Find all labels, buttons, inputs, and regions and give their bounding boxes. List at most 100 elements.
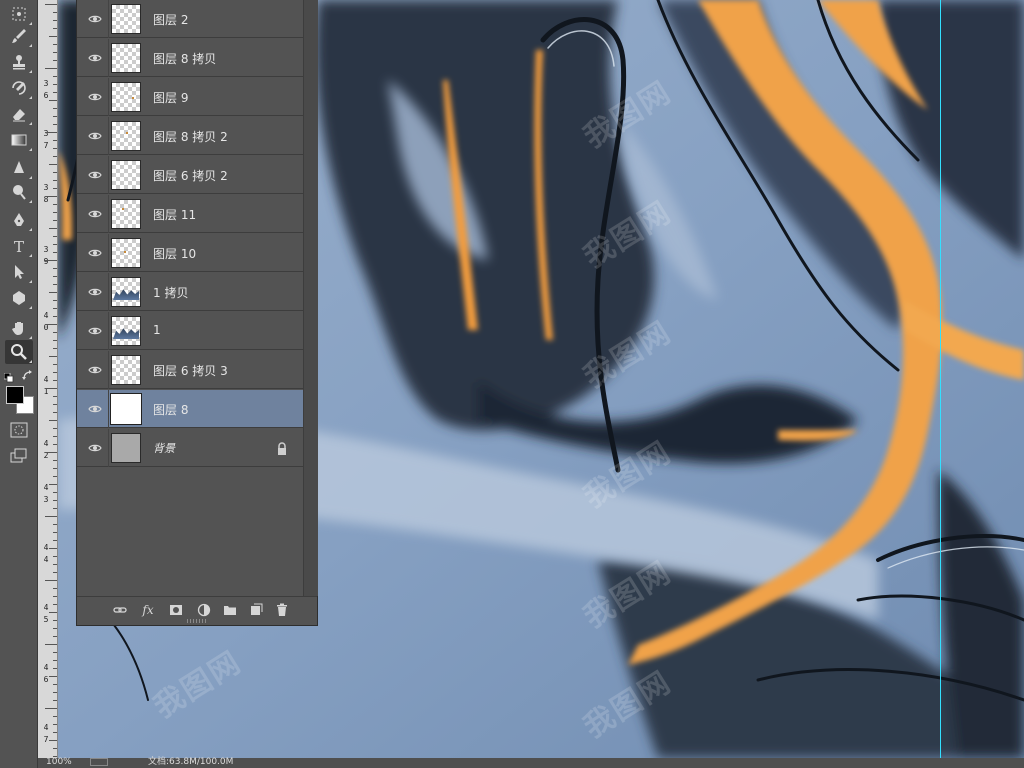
layers-scrollbar[interactable] [303,0,318,596]
layer-thumbnail[interactable] [111,199,141,229]
layer-name[interactable]: 图层 8 拷贝 [153,50,216,67]
layer-row[interactable]: 图层 6 拷贝 2 [77,156,303,194]
visibility-eye-icon[interactable] [83,85,107,109]
history-brush-tool[interactable] [5,76,33,100]
layer-name[interactable]: 图层 8 拷贝 2 [153,128,228,145]
column-divider [108,273,109,311]
foreground-color-swatch[interactable] [6,386,24,404]
layer-thumbnail[interactable] [111,355,141,385]
zoom-icon [11,344,27,360]
eraser-tool[interactable] [5,102,33,126]
visibility-eye-icon[interactable] [83,163,107,187]
visibility-eye-icon[interactable] [83,202,107,226]
visibility-eye-icon[interactable] [83,358,107,382]
layer-row[interactable]: 1 [77,312,303,350]
layer-thumbnail[interactable] [111,433,141,463]
layer-row[interactable]: 图层 8 拷贝 2 [77,117,303,155]
visibility-eye-icon[interactable] [83,436,107,460]
layer-row[interactable]: 图层 8 [77,390,303,428]
column-divider [108,0,109,38]
visibility-eye-icon[interactable] [83,241,107,265]
column-divider [108,156,109,194]
mask-icon[interactable] [167,602,185,618]
layer-row[interactable]: 图层 8 拷贝 [77,39,303,77]
ruler-label: 3 [43,79,49,88]
swap-colors-icon[interactable] [22,367,34,380]
new-layer-icon[interactable] [247,602,265,618]
layer-row[interactable]: 图层 10 [77,234,303,272]
visibility-eye-icon[interactable] [83,280,107,304]
visibility-eye-icon[interactable] [83,7,107,31]
layer-row[interactable]: 图层 2 [77,0,303,38]
layer-thumbnail[interactable] [111,316,141,346]
type-tool[interactable]: T [5,234,33,258]
stamp-tool[interactable] [5,50,33,74]
layer-thumbnail[interactable] [111,238,141,268]
vertical-ruler[interactable]: 363738394041424344454647 [38,0,58,768]
gradient-icon [11,134,27,146]
layer-name[interactable]: 1 [153,323,161,337]
fx-icon[interactable]: fx [139,602,157,618]
layer-name[interactable]: 1 拷贝 [153,284,188,301]
layer-row[interactable]: 背景 [77,429,303,467]
path-select-tool[interactable] [5,260,33,284]
ruler-tick [53,108,57,109]
ruler-label: 2 [43,451,49,460]
column-divider [108,195,109,233]
layer-thumbnail[interactable] [111,82,141,112]
layer-thumbnail[interactable] [110,393,142,425]
ruler-label: 4 [43,483,49,492]
visibility-eye-icon[interactable] [83,397,107,421]
ruler-tick [53,684,57,685]
layer-thumbnail[interactable] [111,43,141,73]
visibility-eye-icon[interactable] [83,124,107,148]
ruler-tick [53,572,57,573]
adjustment-icon[interactable] [195,602,213,618]
group-folder-icon[interactable] [221,602,239,618]
default-colors-icon[interactable] [3,368,14,383]
layer-thumbnail[interactable] [111,4,141,34]
layer-name[interactable]: 图层 11 [153,206,196,223]
brush-tool[interactable] [5,24,33,48]
layer-name[interactable]: 图层 9 [153,89,188,106]
layer-row[interactable]: 图层 11 [77,195,303,233]
visibility-eye-icon[interactable] [83,319,107,343]
gradient-tool[interactable] [5,128,33,152]
vertical-guide-line[interactable] [940,0,941,758]
layer-name[interactable]: 图层 8 [153,401,188,418]
zoom-tool[interactable] [5,340,33,364]
layer-name[interactable]: 图层 6 拷贝 3 [153,362,228,379]
ruler-tick [53,620,57,621]
panel-resize-grip[interactable] [187,619,207,623]
visibility-eye-icon[interactable] [83,46,107,70]
zoom-level[interactable]: 100% [46,757,72,767]
status-arrow-icon[interactable] [90,758,108,766]
layer-row[interactable]: 图层 9 [77,78,303,116]
layer-name[interactable]: 背景 [153,440,175,456]
layer-thumbnail[interactable] [111,121,141,151]
layer-name[interactable]: 图层 6 拷贝 2 [153,167,228,184]
screen-mode-icon[interactable] [10,448,28,464]
layer-name[interactable]: 图层 2 [153,11,188,28]
layer-row[interactable]: 图层 6 拷贝 3 [77,351,303,389]
layer-name[interactable]: 图层 10 [153,245,196,262]
ruler-tick [53,412,57,413]
lock-icon[interactable] [275,441,289,455]
layer-thumbnail[interactable] [111,160,141,190]
pen-tool[interactable] [5,208,33,232]
layer-thumbnail[interactable] [111,277,141,307]
dodge-tool[interactable] [5,180,33,204]
ruler-tick [53,316,57,317]
ruler-tick [53,188,57,189]
blur-tool[interactable] [5,156,33,180]
layer-row[interactable]: 1 拷贝 [77,273,303,311]
shape-tool[interactable] [5,286,33,310]
trash-icon[interactable] [273,602,291,618]
marquee-tool[interactable] [5,2,33,26]
link-icon[interactable] [111,602,129,618]
hand-tool[interactable] [5,316,33,340]
ruler-label: 4 [43,603,49,612]
ruler-tick [45,516,57,517]
ruler-tick [53,12,57,13]
quick-mask-icon[interactable] [10,422,28,438]
